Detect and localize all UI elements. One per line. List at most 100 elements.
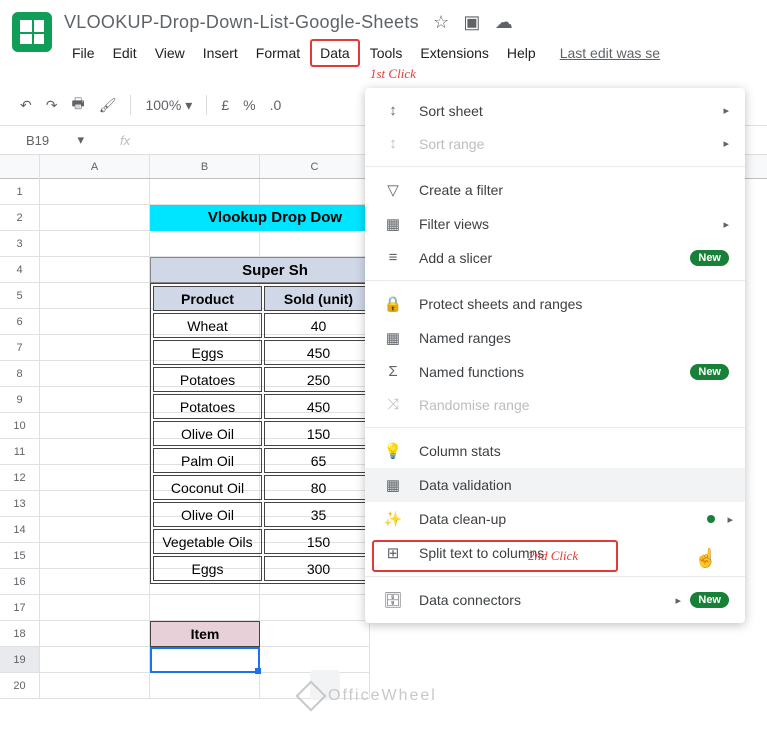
cell[interactable] bbox=[150, 231, 260, 257]
doc-title[interactable]: VLOOKUP-Drop-Down-List-Google-Sheets bbox=[64, 12, 419, 33]
print-icon[interactable]: 🖶 bbox=[71, 93, 84, 117]
decimal-button[interactable]: .0 bbox=[270, 97, 282, 113]
cell[interactable] bbox=[40, 491, 150, 517]
cell[interactable] bbox=[40, 673, 150, 699]
cell[interactable] bbox=[40, 621, 150, 647]
cell-product[interactable]: Palm Oil bbox=[153, 448, 262, 473]
row-header[interactable]: 18 bbox=[0, 621, 39, 647]
menu-add-slicer[interactable]: ≡Add a slicerNew bbox=[365, 241, 745, 274]
row-header[interactable]: 14 bbox=[0, 517, 39, 543]
menu-edit[interactable]: Edit bbox=[105, 41, 145, 65]
cell[interactable] bbox=[150, 595, 260, 621]
cell-product[interactable]: Eggs bbox=[153, 340, 262, 365]
cell[interactable] bbox=[260, 231, 370, 257]
col-product[interactable]: Product bbox=[153, 286, 262, 311]
menu-sort-sheet[interactable]: ↕Sort sheet▸ bbox=[365, 94, 745, 127]
cell-product[interactable]: Potatoes bbox=[153, 367, 262, 392]
selected-cell[interactable] bbox=[150, 647, 260, 673]
zoom-select[interactable]: 100% ▾ bbox=[145, 97, 192, 114]
cell[interactable] bbox=[40, 257, 150, 283]
cell[interactable] bbox=[40, 205, 150, 231]
menu-column-stats[interactable]: 💡Column stats bbox=[365, 434, 745, 468]
cell-sold[interactable]: 450 bbox=[264, 394, 373, 419]
banner-cell[interactable]: Vlookup Drop Dow bbox=[150, 205, 400, 231]
cell-product[interactable]: Coconut Oil bbox=[153, 475, 262, 500]
menu-filter-views[interactable]: ▦Filter views▸ bbox=[365, 207, 745, 241]
paint-format-icon[interactable]: 🖌 bbox=[99, 97, 117, 114]
cell[interactable] bbox=[40, 465, 150, 491]
menu-data[interactable]: Data bbox=[310, 39, 360, 67]
sheets-logo[interactable] bbox=[12, 12, 52, 52]
menu-create-filter[interactable]: ▽Create a filter bbox=[365, 173, 745, 207]
cell[interactable] bbox=[260, 595, 370, 621]
row-header[interactable]: 19 bbox=[0, 647, 39, 673]
menu-named-ranges[interactable]: ▦Named ranges bbox=[365, 321, 745, 355]
row-header[interactable]: 13 bbox=[0, 491, 39, 517]
menu-file[interactable]: File bbox=[64, 41, 103, 65]
menu-protect-sheets[interactable]: 🔒Protect sheets and ranges bbox=[365, 287, 745, 321]
row-header[interactable]: 10 bbox=[0, 413, 39, 439]
cell-product[interactable]: Wheat bbox=[153, 313, 262, 338]
cell-sold[interactable]: 250 bbox=[264, 367, 373, 392]
row-header[interactable]: 1 bbox=[0, 179, 39, 205]
cell-sold[interactable]: 40 bbox=[264, 313, 373, 338]
col-header[interactable]: B bbox=[150, 155, 260, 178]
cell-sold[interactable]: 35 bbox=[264, 502, 373, 527]
menu-data-cleanup[interactable]: ✨Data clean-up▸ bbox=[365, 502, 745, 536]
row-header[interactable]: 11 bbox=[0, 439, 39, 465]
last-edit-link[interactable]: Last edit was se bbox=[560, 45, 660, 61]
row-header[interactable]: 8 bbox=[0, 361, 39, 387]
cell-sold[interactable]: 150 bbox=[264, 529, 373, 554]
cell-product[interactable]: Eggs bbox=[153, 556, 262, 581]
cell-product[interactable]: Potatoes bbox=[153, 394, 262, 419]
row-header[interactable]: 3 bbox=[0, 231, 39, 257]
cell[interactable] bbox=[40, 595, 150, 621]
cell[interactable] bbox=[150, 673, 260, 699]
col-sold[interactable]: Sold (unit) bbox=[264, 286, 373, 311]
row-header[interactable]: 15 bbox=[0, 543, 39, 569]
cell[interactable] bbox=[40, 517, 150, 543]
menu-insert[interactable]: Insert bbox=[195, 41, 246, 65]
row-header[interactable]: 17 bbox=[0, 595, 39, 621]
cell[interactable] bbox=[40, 543, 150, 569]
cell[interactable] bbox=[260, 179, 370, 205]
col-header[interactable]: A bbox=[40, 155, 150, 178]
col-header[interactable]: C bbox=[260, 155, 370, 178]
cell[interactable] bbox=[40, 231, 150, 257]
cell[interactable] bbox=[40, 335, 150, 361]
menu-named-functions[interactable]: ΣNamed functionsNew bbox=[365, 355, 745, 388]
cell[interactable] bbox=[260, 621, 370, 647]
cell[interactable] bbox=[40, 309, 150, 335]
row-header[interactable]: 12 bbox=[0, 465, 39, 491]
menu-help[interactable]: Help bbox=[499, 41, 544, 65]
cell-sold[interactable]: 80 bbox=[264, 475, 373, 500]
menu-tools[interactable]: Tools bbox=[362, 41, 411, 65]
cell[interactable] bbox=[40, 283, 150, 309]
row-header[interactable]: 20 bbox=[0, 673, 39, 699]
cell[interactable] bbox=[40, 413, 150, 439]
menu-view[interactable]: View bbox=[147, 41, 193, 65]
cell-sold[interactable]: 65 bbox=[264, 448, 373, 473]
menu-extensions[interactable]: Extensions bbox=[412, 41, 496, 65]
menu-data-connectors[interactable]: 🗄Data connectorsNew▸ bbox=[365, 583, 745, 617]
percent-button[interactable]: % bbox=[243, 97, 255, 113]
row-header[interactable]: 4 bbox=[0, 257, 39, 283]
row-header[interactable]: 7 bbox=[0, 335, 39, 361]
row-header[interactable]: 2 bbox=[0, 205, 39, 231]
cloud-icon[interactable]: ☁ bbox=[495, 12, 513, 33]
menu-format[interactable]: Format bbox=[248, 41, 308, 65]
cell[interactable] bbox=[40, 439, 150, 465]
cell-product[interactable]: Olive Oil bbox=[153, 421, 262, 446]
move-icon[interactable]: ▣ bbox=[463, 12, 480, 33]
undo-icon[interactable]: ↶ bbox=[20, 97, 32, 114]
row-header[interactable]: 5 bbox=[0, 283, 39, 309]
cell[interactable] bbox=[40, 569, 150, 595]
cell-product[interactable]: Vegetable Oils bbox=[153, 529, 262, 554]
row-header[interactable]: 9 bbox=[0, 387, 39, 413]
shop-header-cell[interactable]: Super Sh bbox=[150, 257, 400, 283]
cell-sold[interactable]: 450 bbox=[264, 340, 373, 365]
currency-button[interactable]: £ bbox=[221, 97, 229, 113]
cell[interactable] bbox=[150, 179, 260, 205]
item-label-cell[interactable]: Item bbox=[150, 621, 260, 647]
cell[interactable] bbox=[40, 361, 150, 387]
